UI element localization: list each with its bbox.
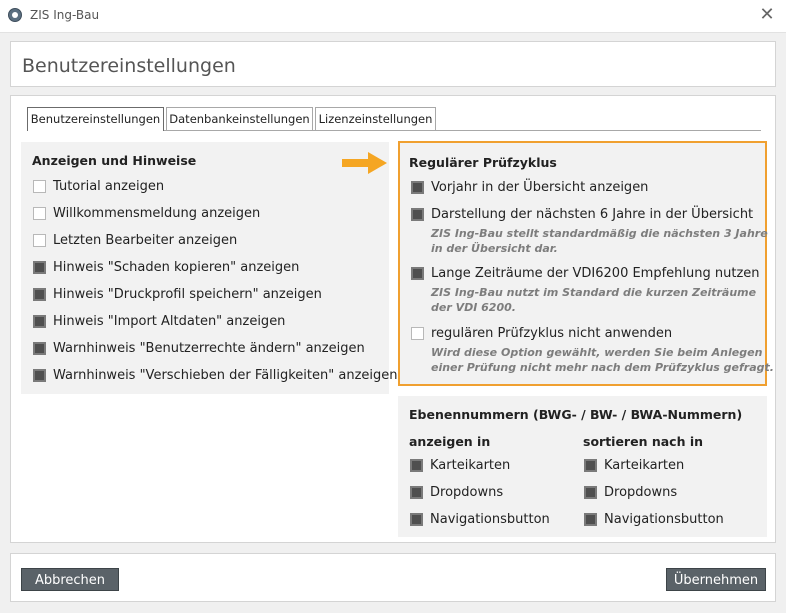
checkbox-box[interactable] (410, 459, 423, 472)
tab-benutzereinstellungen[interactable]: Benutzereinstellungen (27, 107, 164, 131)
option-note: ZIS Ing-Bau nutzt im Standard die kurzen… (431, 286, 757, 299)
checkbox-box[interactable] (584, 459, 597, 472)
close-icon[interactable]: ✕ (756, 4, 778, 26)
checkbox-label: Warnhinweis "Benutzerrechte ändern" anze… (53, 341, 365, 356)
cancel-button[interactable]: Abbrechen (21, 568, 119, 591)
checkbox-label: Darstellung der nächsten 6 Jahre in der … (431, 207, 754, 222)
settings-panel: Benutzereinstellungen Datenbankeinstellu… (10, 95, 776, 543)
checkbox-label: Hinweis "Import Altdaten" anzeigen (53, 314, 286, 329)
option-note: einer Prüfung nicht mehr nach dem Prüfzy… (431, 361, 774, 374)
option-note: Wird diese Option gewählt, werden Sie be… (431, 346, 763, 359)
app-logo-icon (8, 8, 22, 22)
checkbox-label: Lange Zeiträume der VDI6200 Empfehlung n… (431, 266, 760, 281)
window-title: ZIS Ing-Bau (30, 8, 100, 22)
group-title: Ebenennummern (BWG- / BW- / BWA-Nummern) (409, 407, 743, 422)
checkbox-label: Tutorial anzeigen (53, 179, 165, 194)
checkbox-box[interactable] (411, 327, 424, 340)
arrow-right-icon (342, 152, 387, 174)
tab-datenbankeinstellungen[interactable]: Datenbankeinstellungen (166, 107, 313, 130)
ebenennummern-group: Ebenennummern (BWG- / BW- / BWA-Nummern)… (398, 396, 767, 537)
checkbox-box[interactable] (33, 369, 46, 382)
anzeigen-in-title: anzeigen in (409, 434, 491, 449)
checkbox-label: Karteikarten (604, 458, 685, 473)
option-note: der VDI 6200. (431, 301, 516, 314)
checkbox-box[interactable] (33, 342, 46, 355)
checkbox-box[interactable] (411, 208, 424, 221)
checkbox-box[interactable] (411, 181, 424, 194)
group-title: Regulärer Prüfzyklus (409, 155, 557, 170)
checkbox-label: Vorjahr in der Übersicht anzeigen (431, 180, 649, 195)
checkbox-label: Navigationsbutton (604, 512, 724, 527)
apply-button[interactable]: Übernehmen (666, 568, 766, 591)
checkbox-label: regulären Prüfzyklus nicht anwenden (431, 326, 673, 341)
checkbox-label: Willkommensmeldung anzeigen (53, 206, 261, 221)
tab-lizenzeinstellungen[interactable]: Lizenzeinstellungen (315, 107, 436, 130)
checkbox-label: Hinweis "Druckprofil speichern" anzeigen (53, 287, 322, 302)
checkbox-box[interactable] (411, 267, 424, 280)
option-note: in der Übersicht dar. (431, 242, 558, 255)
title-bar: ZIS Ing-Bau ✕ (0, 0, 786, 33)
checkbox-label: Letzten Bearbeiter anzeigen (53, 233, 238, 248)
checkbox-label: Dropdowns (430, 485, 504, 500)
checkbox-label: Navigationsbutton (430, 512, 550, 527)
anzeigen-hinweise-group: Anzeigen und Hinweise Tutorial anzeigen … (21, 142, 398, 394)
option-note: ZIS Ing-Bau stellt standardmäßig die näc… (431, 227, 768, 240)
checkbox-label: Dropdowns (604, 485, 678, 500)
footer-panel: Abbrechen Übernehmen (10, 553, 776, 602)
pruefzyklus-group: Regulärer Prüfzyklus Vorjahr in der Über… (398, 141, 774, 386)
checkbox-box[interactable] (584, 513, 597, 526)
sortieren-nach-title: sortieren nach in (583, 434, 704, 449)
checkbox-label: Warnhinweis "Verschieben der Fälligkeite… (53, 368, 398, 383)
checkbox-box[interactable] (33, 180, 46, 193)
checkbox-box[interactable] (33, 315, 46, 328)
page-title: Benutzereinstellungen (22, 55, 236, 77)
header-panel: Benutzereinstellungen (10, 41, 776, 87)
checkbox-box[interactable] (33, 261, 46, 274)
checkbox-box[interactable] (33, 207, 46, 220)
checkbox-box[interactable] (410, 513, 423, 526)
checkbox-label: Karteikarten (430, 458, 511, 473)
checkbox-box[interactable] (33, 288, 46, 301)
group-title: Anzeigen und Hinweise (32, 153, 197, 168)
checkbox-box[interactable] (584, 486, 597, 499)
checkbox-label: Hinweis "Schaden kopieren" anzeigen (53, 260, 300, 275)
checkbox-box[interactable] (410, 486, 423, 499)
checkbox-box[interactable] (33, 234, 46, 247)
